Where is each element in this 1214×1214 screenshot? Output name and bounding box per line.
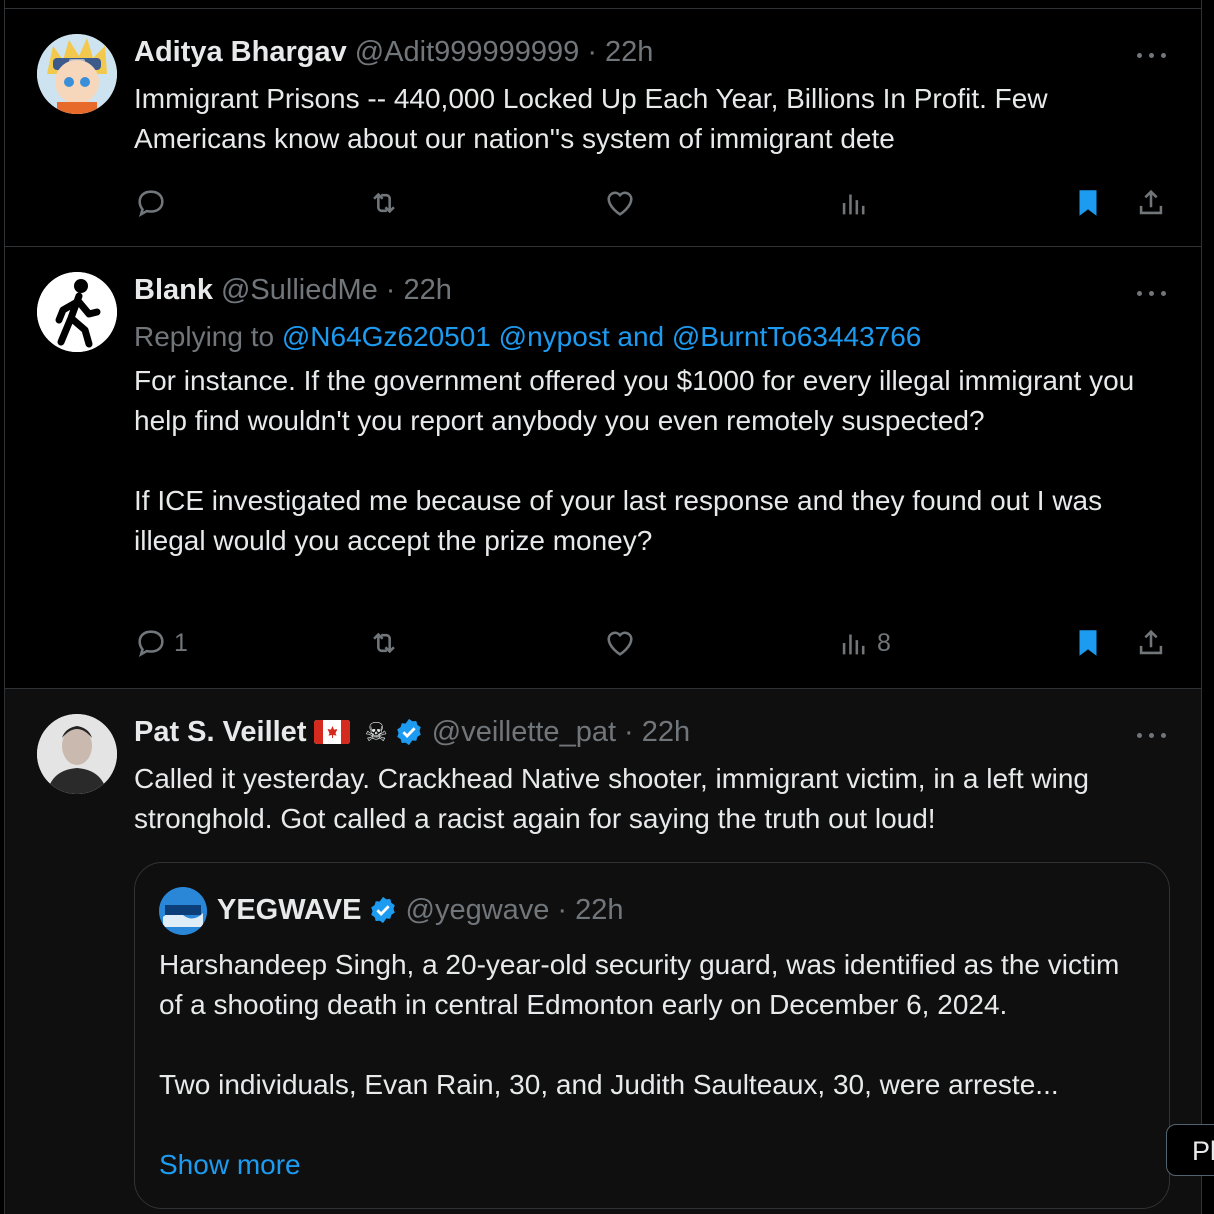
quoted-timestamp[interactable]: · 22h <box>557 893 623 927</box>
verified-badge-icon[interactable] <box>394 717 424 747</box>
author-name[interactable]: Blank <box>134 273 213 307</box>
author-handle[interactable]: @SulliedMe <box>221 273 378 307</box>
share-icon <box>1139 629 1163 655</box>
reply-count: 1 <box>174 628 188 657</box>
bookmark-filled-icon <box>1079 630 1097 656</box>
author-name[interactable]: Pat S. Veillet <box>134 715 306 749</box>
quoted-author-handle[interactable]: @yegwave <box>406 893 550 927</box>
mention-link[interactable]: @nypost <box>499 321 610 352</box>
repost-button[interactable] <box>367 623 401 663</box>
quoted-tweet-card[interactable]: YEGWAVE @yegwave · 22h Harshandeep Singh… <box>134 862 1170 1209</box>
tweet-text: For instance. If the government offered … <box>134 365 1135 556</box>
timestamp[interactable]: · 22h <box>624 715 690 749</box>
show-more-link[interactable]: Show more <box>159 1145 301 1185</box>
share-button[interactable] <box>1134 623 1168 663</box>
tweet-text: Called it yesterday. Crackhead Native sh… <box>134 763 1089 834</box>
bookmark-filled-icon <box>1079 190 1097 216</box>
verified-badge-icon[interactable] <box>368 895 398 925</box>
share-button[interactable] <box>1134 183 1168 223</box>
heart-icon <box>607 191 633 216</box>
quoted-author-name[interactable]: YEGWAVE <box>217 893 362 927</box>
quoted-avatar[interactable] <box>159 887 207 935</box>
views-count: 8 <box>877 628 891 657</box>
author-handle[interactable]: @Adit999999999 <box>355 35 580 69</box>
like-button[interactable] <box>603 623 637 663</box>
tweet[interactable]: Aditya Bhargav @Adit999999999 · 22h Immi… <box>5 9 1201 246</box>
replying-to: Replying to @N64Gz620501 @nypost and @Bu… <box>134 317 1169 357</box>
timeline-border-right <box>1201 0 1202 1214</box>
views-button[interactable] <box>837 183 877 223</box>
anime-avatar <box>37 34 117 114</box>
quoted-tweet-text: Harshandeep Singh, a 20-year-old securit… <box>159 949 1120 1100</box>
bookmark-button[interactable] <box>1071 183 1105 223</box>
avatar[interactable] <box>37 714 117 794</box>
mention-link[interactable]: @N64Gz620501 <box>282 321 491 352</box>
repost-button[interactable] <box>367 183 401 223</box>
avatar[interactable] <box>37 272 117 352</box>
floating-pill-button[interactable]: Pl <box>1166 1124 1214 1176</box>
reply-icon <box>138 190 164 218</box>
more-options-icon[interactable] <box>1137 725 1167 745</box>
reply-button[interactable] <box>134 183 168 223</box>
replying-and: and <box>617 321 665 352</box>
timestamp[interactable]: · 22h <box>587 35 653 69</box>
canada-flag-icon <box>314 720 351 744</box>
repost-icon <box>373 632 395 654</box>
portrait-photo <box>37 714 117 794</box>
skull-crossbones-icon: ☠ <box>364 717 388 747</box>
tweet[interactable]: Blank @SulliedMe · 22h Replying to @N64G… <box>5 247 1201 688</box>
tweet-text: Immigrant Prisons -- 440,000 Locked Up E… <box>134 83 1048 154</box>
views-button[interactable]: 8 <box>837 623 891 663</box>
reply-button[interactable]: 1 <box>134 623 188 663</box>
walking-person-icon <box>37 272 117 352</box>
heart-icon <box>607 631 633 656</box>
author-handle[interactable]: @veillette_pat <box>432 715 616 749</box>
avatar[interactable] <box>37 34 117 114</box>
timestamp[interactable]: · 22h <box>386 273 452 307</box>
bookmark-button[interactable] <box>1071 623 1105 663</box>
reply-icon <box>138 630 164 658</box>
yegwave-logo-icon <box>159 887 207 935</box>
tweet[interactable]: Pat S. Veillet ☠ @veillette_pat · 22h Ca… <box>5 689 1201 1214</box>
mention-link[interactable]: @BurntTo63443766 <box>672 321 922 352</box>
views-icon <box>842 194 865 215</box>
more-options-icon[interactable] <box>1137 45 1167 65</box>
like-button[interactable] <box>603 183 637 223</box>
author-name[interactable]: Aditya Bhargav <box>134 35 347 69</box>
more-options-icon[interactable] <box>1137 283 1167 303</box>
replying-label: Replying to <box>134 321 275 352</box>
repost-icon <box>373 192 395 214</box>
share-icon <box>1139 189 1163 215</box>
views-icon <box>842 634 865 655</box>
